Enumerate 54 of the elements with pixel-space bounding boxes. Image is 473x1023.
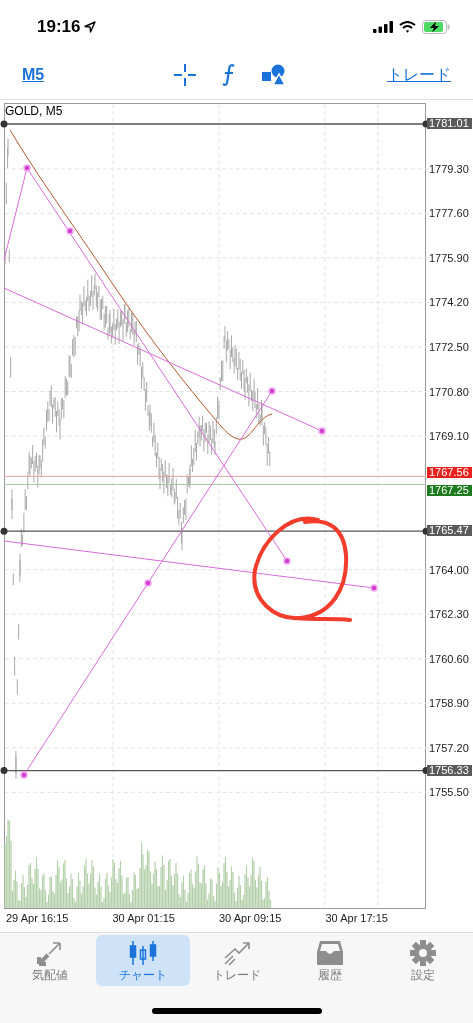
price-tick-label: 1777.60	[429, 207, 469, 220]
anchor-point[interactable]	[370, 584, 378, 592]
price-tick-label: 1764.00	[429, 563, 469, 576]
price-tick-label: 1758.90	[429, 697, 469, 710]
tab-button[interactable]: 気配値	[3, 935, 97, 986]
trend-arrow-icon	[222, 939, 251, 966]
anchor-point[interactable]	[318, 427, 326, 435]
symbol-label: GOLD, M5	[5, 104, 63, 118]
anchor-point[interactable]	[66, 227, 74, 235]
anchor-point[interactable]	[283, 557, 291, 565]
price-tick-label: 1769.10	[429, 430, 469, 443]
price-tick-label: 1774.20	[429, 296, 469, 309]
clock-time: 19:16	[37, 16, 81, 39]
shapes-icon[interactable]	[262, 63, 286, 86]
price-tick-label: 1755.50	[429, 786, 469, 799]
time-tick-label: 30 Apr 17:15	[325, 912, 388, 924]
location-arrow-icon	[84, 21, 97, 33]
candlestick-icon	[129, 939, 158, 966]
line-handle[interactable]	[0, 767, 8, 775]
function-icon[interactable]	[222, 62, 236, 87]
inbox-icon	[315, 939, 344, 966]
price-tag: 1781.01	[427, 118, 472, 129]
tab-button[interactable]: 設定	[376, 935, 471, 986]
tab-button[interactable]: 履歴	[283, 935, 377, 986]
line-handle[interactable]	[0, 527, 8, 535]
wifi-icon	[399, 21, 416, 33]
price-tick-label: 1762.30	[429, 608, 469, 621]
crosshair-icon[interactable]	[174, 63, 196, 86]
price-tick-label: 1760.60	[429, 652, 469, 665]
signal-icon	[373, 21, 393, 33]
price-tick-label: 1772.50	[429, 340, 469, 353]
time-tick-label: 30 Apr 01:15	[112, 912, 175, 924]
price-tick-label: 1770.80	[429, 385, 469, 398]
anchor-point[interactable]	[268, 387, 276, 395]
time-tick-label: 29 Apr 16:15	[6, 912, 69, 924]
price-tick-label: 1757.20	[429, 741, 469, 754]
price-tick-label: 1775.90	[429, 251, 469, 264]
anchor-point[interactable]	[23, 164, 31, 172]
price-tag: 1767.25	[427, 484, 472, 496]
battery-charging-icon	[422, 20, 450, 34]
tab-button[interactable]: チャート	[96, 935, 190, 986]
price-tag: 1767.56	[427, 467, 472, 479]
tab-button[interactable]: トレード	[189, 935, 284, 986]
price-tag: 1765.47	[427, 525, 472, 537]
anchor-point[interactable]	[144, 579, 152, 587]
price-tick-label: 1779.30	[429, 162, 469, 175]
time-tick-label: 30 Apr 09:15	[219, 912, 282, 924]
arrows-icon	[36, 939, 63, 966]
timeframe-link[interactable]: M5	[22, 62, 162, 87]
line-handle[interactable]	[0, 120, 8, 128]
trade-link[interactable]: トレード	[387, 62, 451, 87]
gear-icon	[409, 939, 438, 966]
price-tag: 1756.33	[427, 764, 472, 776]
anchor-point[interactable]	[20, 771, 28, 779]
